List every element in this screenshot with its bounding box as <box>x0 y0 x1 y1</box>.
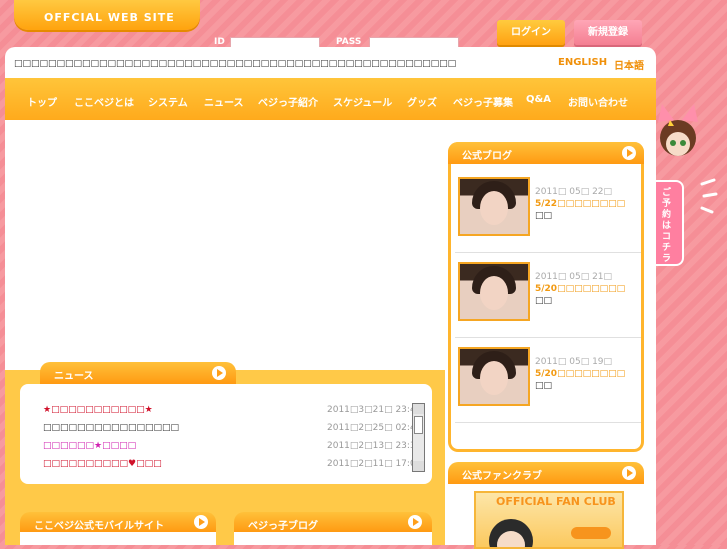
nav-goods[interactable]: グッズ <box>407 94 437 109</box>
blog-date: 2011□ 05□ 21□ <box>535 272 613 282</box>
blog-author: □□ <box>535 381 553 391</box>
mobile-site-title: ここベジ公式モバイルサイト <box>34 521 164 532</box>
blog-date: 2011□ 05□ 19□ <box>535 357 613 367</box>
blog-title[interactable]: 5/22□□□□□□□□ <box>535 199 625 209</box>
scroll-down-icon[interactable] <box>413 461 424 471</box>
vege-blog-header[interactable]: ベジっ子ブログ <box>234 512 432 532</box>
arrow-right-icon[interactable] <box>408 515 422 529</box>
fanclub-title: 公式ファンクラブ <box>462 471 542 482</box>
id-label: ID <box>214 37 225 47</box>
news-header: ニュース <box>40 362 236 384</box>
vege-blog-title: ベジっ子ブログ <box>248 521 318 532</box>
site-label-tab: OFFCIAL WEB SITE <box>14 0 200 30</box>
blog-entry[interactable]: 2011□ 05□ 22□ 5/22□□□□□□□□ □□ <box>455 170 641 253</box>
scroll-thumb[interactable] <box>414 416 423 434</box>
nav-members[interactable]: ベジっ子紹介 <box>258 94 318 109</box>
tagline: □□□□□□□□□□□□□□□□□□□□□□□□□□□□□□□□□□□□□□□□… <box>14 59 457 69</box>
news-list <box>20 384 432 484</box>
news-item-date: 2011□3□21□ 23:44 <box>327 405 422 415</box>
mascot-character-icon <box>658 104 698 156</box>
arrow-right-icon[interactable] <box>212 366 226 380</box>
site-label: OFFCIAL WEB SITE <box>44 11 175 24</box>
vege-blog-body <box>234 532 432 545</box>
news-scrollbar[interactable] <box>412 403 425 472</box>
maid-character-icon <box>489 519 611 547</box>
mobile-site-body <box>20 532 216 545</box>
global-nav: トップ ここベジとは システム ニュース ベジっ子紹介 スケジュール グッズ ベ… <box>5 78 656 120</box>
blog-date: 2011□ 05□ 22□ <box>535 187 613 197</box>
fanclub-header[interactable]: 公式ファンクラブ <box>448 462 644 484</box>
blog-author: □□ <box>535 296 553 306</box>
news-item-date: 2011□2□11□ 17:01 <box>327 459 422 469</box>
fanclub-banner[interactable]: OFFICIAL FAN CLUB <box>474 491 624 549</box>
reservation-label: ご予約はコチラ <box>662 188 672 264</box>
official-blog-title: 公式ブログ <box>462 151 512 162</box>
blog-thumbnail[interactable] <box>458 177 530 236</box>
news-item-title[interactable]: □□□□□□□□□□□□□□□□ <box>43 423 179 433</box>
nav-news[interactable]: ニュース <box>204 94 244 109</box>
blog-entry[interactable]: 2011□ 05□ 19□ 5/20□□□□□□□□ □□ <box>455 340 641 423</box>
reservation-tab[interactable]: ご予約はコチラ <box>656 180 684 266</box>
official-blog-header[interactable]: 公式ブログ <box>448 142 644 164</box>
blog-entry[interactable]: 2011□ 05□ 21□ 5/20□□□□□□□□ □□ <box>455 255 641 338</box>
nav-about[interactable]: ここベジとは <box>74 94 134 109</box>
news-item-title[interactable]: □□□□□□□□□□♥□□□ <box>43 459 162 469</box>
lang-english-link[interactable]: ENGLISH <box>558 57 607 68</box>
nav-system[interactable]: システム <box>148 94 188 109</box>
nav-contact[interactable]: お問い合わせ <box>568 94 628 109</box>
mobile-site-header[interactable]: ここベジ公式モバイルサイト <box>20 512 216 532</box>
blog-thumbnail[interactable] <box>458 347 530 406</box>
arrow-right-icon[interactable] <box>622 146 636 160</box>
scroll-up-icon[interactable] <box>413 404 424 414</box>
blog-title[interactable]: 5/20□□□□□□□□ <box>535 284 625 294</box>
arrow-right-icon[interactable] <box>194 515 208 529</box>
register-button[interactable]: 新規登録 <box>574 20 642 45</box>
nav-top[interactable]: トップ <box>27 94 57 109</box>
nav-qa[interactable]: Q&A <box>526 94 551 105</box>
news-item-date: 2011□2□25□ 02:45 <box>327 423 422 433</box>
lang-japanese-link[interactable]: 日本語 <box>614 57 644 72</box>
nav-schedule[interactable]: スケジュール <box>333 94 392 109</box>
news-item-title[interactable]: ★□□□□□□□□□□□★ <box>43 405 153 415</box>
blog-thumbnail[interactable] <box>458 262 530 321</box>
nav-recruit[interactable]: ベジっ子募集 <box>453 94 513 109</box>
blog-author: □□ <box>535 211 553 221</box>
news-item-title[interactable]: □□□□□□★□□□□ <box>43 441 136 451</box>
news-title: ニュース <box>54 371 94 382</box>
news-item-date: 2011□2□13□ 23:37 <box>327 441 422 451</box>
arrow-right-icon[interactable] <box>622 466 636 480</box>
decoration-lines-icon <box>700 178 718 214</box>
pass-label: PASS <box>336 37 362 47</box>
login-button[interactable]: ログイン <box>497 20 565 45</box>
blog-title[interactable]: 5/20□□□□□□□□ <box>535 369 625 379</box>
